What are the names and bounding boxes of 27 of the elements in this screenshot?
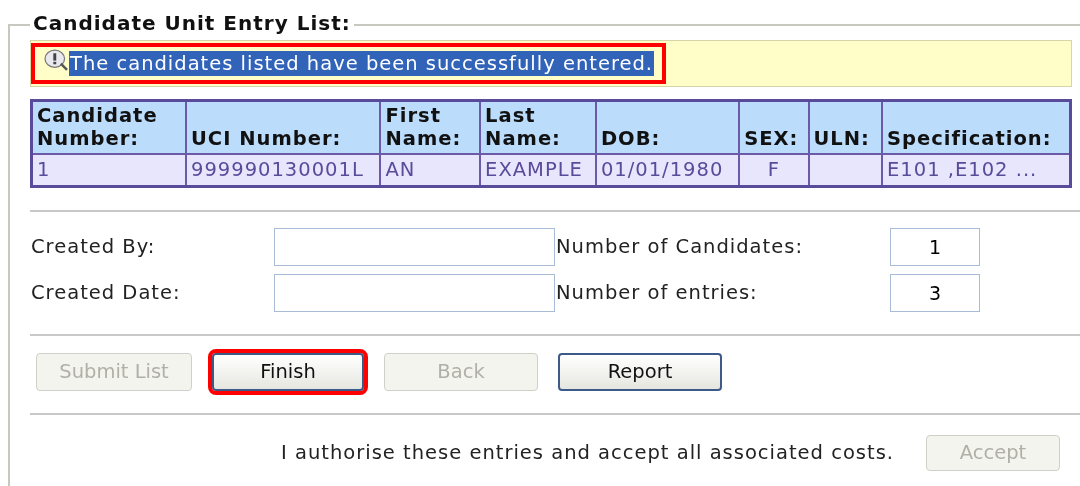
input-field[interactable]: [274, 273, 555, 312]
count-field[interactable]: 3: [890, 273, 980, 312]
table-cell: F: [739, 153, 809, 187]
success-message: The candidates listed have been successfully entered.: [69, 51, 655, 76]
input-field[interactable]: [274, 227, 555, 266]
field-label: Number of Candidates:: [555, 235, 804, 259]
authorisation-text: I authorise these entries and accept all associated costs.: [281, 441, 894, 465]
action-button[interactable]: Report: [558, 352, 722, 391]
table-cell: EXAMPLE: [480, 153, 596, 187]
table-cell: 999990130001L: [186, 153, 381, 187]
field-label: Number of entries:: [555, 281, 759, 305]
table-cell: E101 ,E102 ...: [882, 153, 1071, 187]
table-cell: 1: [31, 153, 186, 187]
column-header: SEX:: [739, 100, 809, 154]
info-icon: [43, 48, 69, 71]
column-header: Specification:: [882, 100, 1071, 154]
table-cell: 01/01/1980: [595, 153, 740, 187]
column-header: Last Name:: [480, 100, 596, 154]
field-label: Created By:: [30, 235, 157, 259]
column-header: ULN:: [808, 100, 883, 154]
column-header: Candidate Number:: [31, 100, 186, 154]
column-header: First Name:: [380, 100, 481, 154]
count-field[interactable]: 1: [890, 227, 980, 266]
column-header: UCI Number:: [186, 100, 381, 154]
field-label: Created Date:: [30, 281, 182, 305]
column-header: DOB:: [595, 100, 740, 154]
table-cell: AN: [380, 153, 481, 187]
